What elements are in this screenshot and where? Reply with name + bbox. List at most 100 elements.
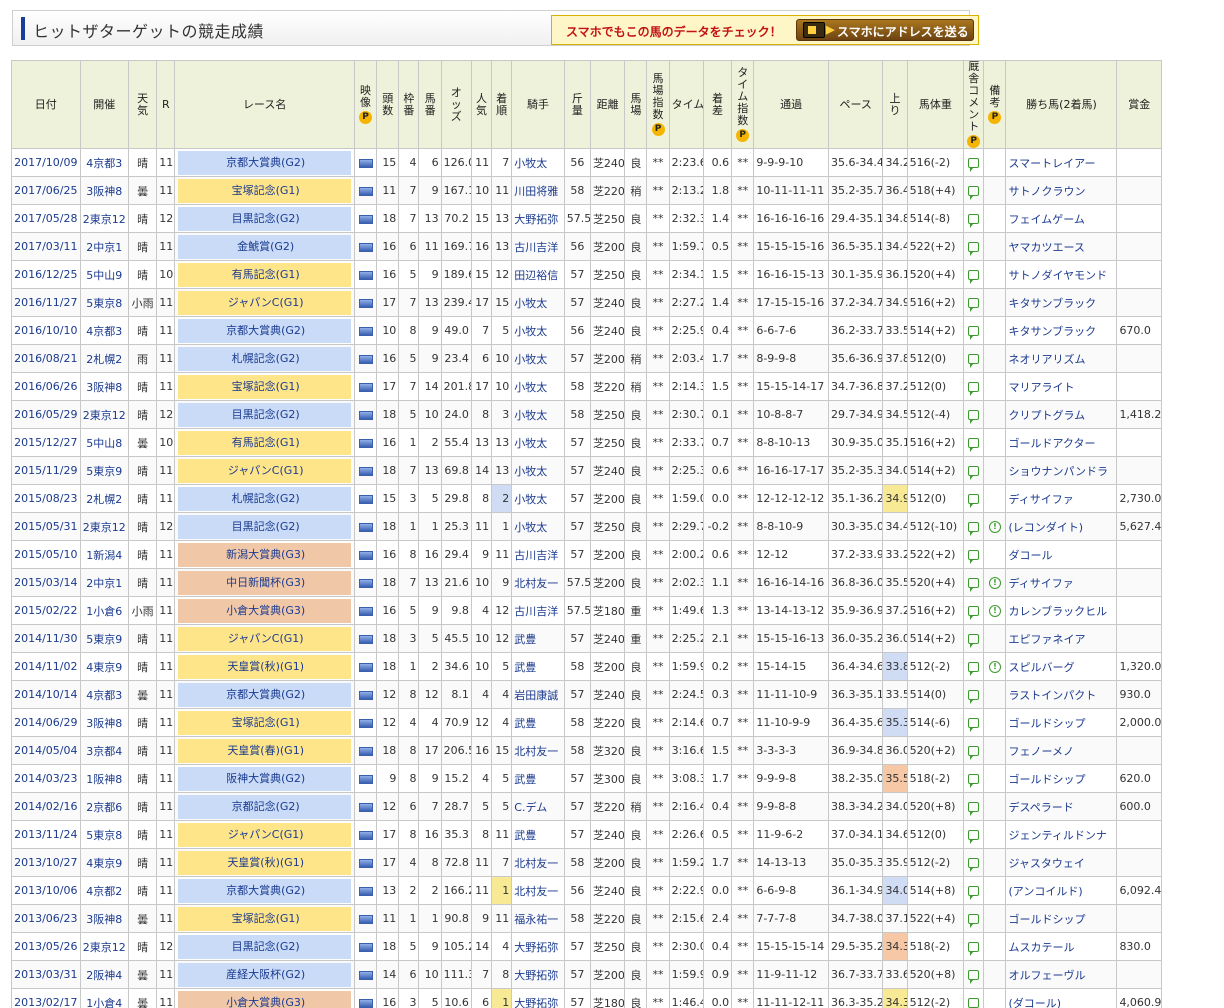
race-date-link[interactable]: 2015/05/10 <box>11 540 81 569</box>
video-cell[interactable] <box>353 792 378 821</box>
jockey-link[interactable]: 武豊 <box>511 652 565 681</box>
race-date-link[interactable]: 2013/03/31 <box>11 960 81 989</box>
venue-link[interactable]: 3阪神8 <box>79 176 130 205</box>
comment-icon[interactable] <box>968 830 980 844</box>
col-stable-comment[interactable]: 厩舎コメント P <box>963 60 985 149</box>
race-name-link[interactable]: 中日新聞杯(G3) <box>178 570 351 595</box>
race-name-cell[interactable]: 中日新聞杯(G3) <box>174 568 355 597</box>
video-icon[interactable] <box>358 970 373 980</box>
remarks-cell[interactable]: ! <box>983 512 1007 541</box>
venue-link[interactable]: 3阪神8 <box>79 708 130 737</box>
race-name-link[interactable]: 小倉大賞典(G3) <box>178 990 351 1008</box>
winner-link[interactable]: スマートレイアー <box>1005 148 1118 177</box>
comment-icon[interactable] <box>968 270 980 284</box>
jockey-link[interactable]: 古川吉洋 <box>511 540 565 569</box>
video-icon[interactable] <box>358 410 373 420</box>
race-name-link[interactable]: 目黒記念(G2) <box>178 206 351 231</box>
jockey-link[interactable]: 田辺裕信 <box>511 260 565 289</box>
video-cell[interactable] <box>353 988 378 1008</box>
race-date-link[interactable]: 2017/05/28 <box>11 204 81 233</box>
venue-link[interactable]: 2阪神4 <box>79 960 130 989</box>
race-date-link[interactable]: 2017/10/09 <box>11 148 81 177</box>
jockey-link[interactable]: 武豊 <box>511 764 565 793</box>
race-name-cell[interactable]: 産経大阪杯(G2) <box>174 960 355 989</box>
race-name-link[interactable]: 札幌記念(G2) <box>178 486 351 511</box>
stable-comment-cell[interactable] <box>963 204 985 233</box>
venue-link[interactable]: 3京都4 <box>79 736 130 765</box>
race-name-link[interactable]: 目黒記念(G2) <box>178 514 351 539</box>
race-name-cell[interactable]: 宝塚記念(G1) <box>174 708 355 737</box>
stable-comment-cell[interactable] <box>963 540 985 569</box>
video-cell[interactable] <box>353 652 378 681</box>
video-cell[interactable] <box>353 344 378 373</box>
jockey-link[interactable]: 北村友一 <box>511 568 565 597</box>
race-name-cell[interactable]: 阪神大賞典(G2) <box>174 764 355 793</box>
race-date-link[interactable]: 2013/05/26 <box>11 932 81 961</box>
video-cell[interactable] <box>353 232 378 261</box>
race-name-cell[interactable]: 天皇賞(秋)(G1) <box>174 848 355 877</box>
race-date-link[interactable]: 2016/05/29 <box>11 400 81 429</box>
venue-link[interactable]: 2東京12 <box>79 932 130 961</box>
race-name-cell[interactable]: 京都大賞典(G2) <box>174 876 355 905</box>
race-name-link[interactable]: 天皇賞(秋)(G1) <box>178 850 351 875</box>
video-cell[interactable] <box>353 456 378 485</box>
jockey-link[interactable]: 川田将雅 <box>511 176 565 205</box>
jockey-link[interactable]: 武豊 <box>511 624 565 653</box>
video-icon[interactable] <box>358 242 373 252</box>
venue-link[interactable]: 2中京1 <box>79 232 130 261</box>
winner-link[interactable]: カレンブラックヒル <box>1005 596 1118 625</box>
race-date-link[interactable]: 2015/02/22 <box>11 596 81 625</box>
winner-link[interactable]: キタサンブラック <box>1005 316 1118 345</box>
stable-comment-cell[interactable] <box>963 904 985 933</box>
race-name-cell[interactable]: ジャパンC(G1) <box>174 456 355 485</box>
race-name-link[interactable]: 京都大賞典(G2) <box>178 150 351 175</box>
jockey-link[interactable]: 武豊 <box>511 708 565 737</box>
winner-link[interactable]: ディサイファ <box>1005 568 1118 597</box>
jockey-link[interactable]: 小牧太 <box>511 512 565 541</box>
col-body-weight[interactable]: 馬体重 <box>906 60 965 149</box>
video-cell[interactable] <box>353 512 378 541</box>
jockey-link[interactable]: 小牧太 <box>511 316 565 345</box>
video-cell[interactable] <box>353 260 378 289</box>
race-name-cell[interactable]: 京都大賞典(G2) <box>174 316 355 345</box>
race-name-cell[interactable]: 目黒記念(G2) <box>174 400 355 429</box>
race-name-cell[interactable]: 有馬記念(G1) <box>174 428 355 457</box>
race-name-cell[interactable]: 天皇賞(春)(G1) <box>174 736 355 765</box>
video-icon[interactable] <box>358 942 373 952</box>
race-date-link[interactable]: 2014/11/30 <box>11 624 81 653</box>
winner-link[interactable]: ダコール <box>1005 540 1118 569</box>
stable-comment-cell[interactable] <box>963 484 985 513</box>
jockey-link[interactable]: 古川吉洋 <box>511 232 565 261</box>
venue-link[interactable]: 4京都3 <box>79 148 130 177</box>
comment-icon[interactable] <box>968 662 980 676</box>
video-icon[interactable] <box>358 830 373 840</box>
winner-link[interactable]: エピファネイア <box>1005 624 1118 653</box>
stable-comment-cell[interactable] <box>963 400 985 429</box>
race-date-link[interactable]: 2013/11/24 <box>11 820 81 849</box>
comment-icon[interactable] <box>968 914 980 928</box>
race-date-link[interactable]: 2015/03/14 <box>11 568 81 597</box>
winner-link[interactable]: フェノーメノ <box>1005 736 1118 765</box>
jockey-link[interactable]: 福永祐一 <box>511 904 565 933</box>
race-name-link[interactable]: 新潟大賞典(G3) <box>178 542 351 567</box>
comment-icon[interactable] <box>968 550 980 564</box>
comment-icon[interactable] <box>968 746 980 760</box>
race-name-link[interactable]: 京都記念(G2) <box>178 794 351 819</box>
race-name-link[interactable]: 京都大賞典(G2) <box>178 878 351 903</box>
comment-icon[interactable] <box>968 494 980 508</box>
col-winner[interactable]: 勝ち馬(2着馬) <box>1005 60 1118 149</box>
video-icon[interactable] <box>358 158 373 168</box>
race-name-link[interactable]: 天皇賞(春)(G1) <box>178 738 351 763</box>
race-name-link[interactable]: 有馬記念(G1) <box>178 262 351 287</box>
race-date-link[interactable]: 2016/12/25 <box>11 260 81 289</box>
video-cell[interactable] <box>353 540 378 569</box>
venue-link[interactable]: 2京都6 <box>79 792 130 821</box>
race-name-cell[interactable]: 目黒記念(G2) <box>174 932 355 961</box>
remarks-cell[interactable]: ! <box>983 596 1007 625</box>
comment-icon[interactable] <box>968 410 980 424</box>
video-icon[interactable] <box>358 746 373 756</box>
video-icon[interactable] <box>358 606 373 616</box>
col-track[interactable]: 馬場 <box>624 60 648 149</box>
comment-icon[interactable] <box>968 214 980 228</box>
stable-comment-cell[interactable] <box>963 148 985 177</box>
